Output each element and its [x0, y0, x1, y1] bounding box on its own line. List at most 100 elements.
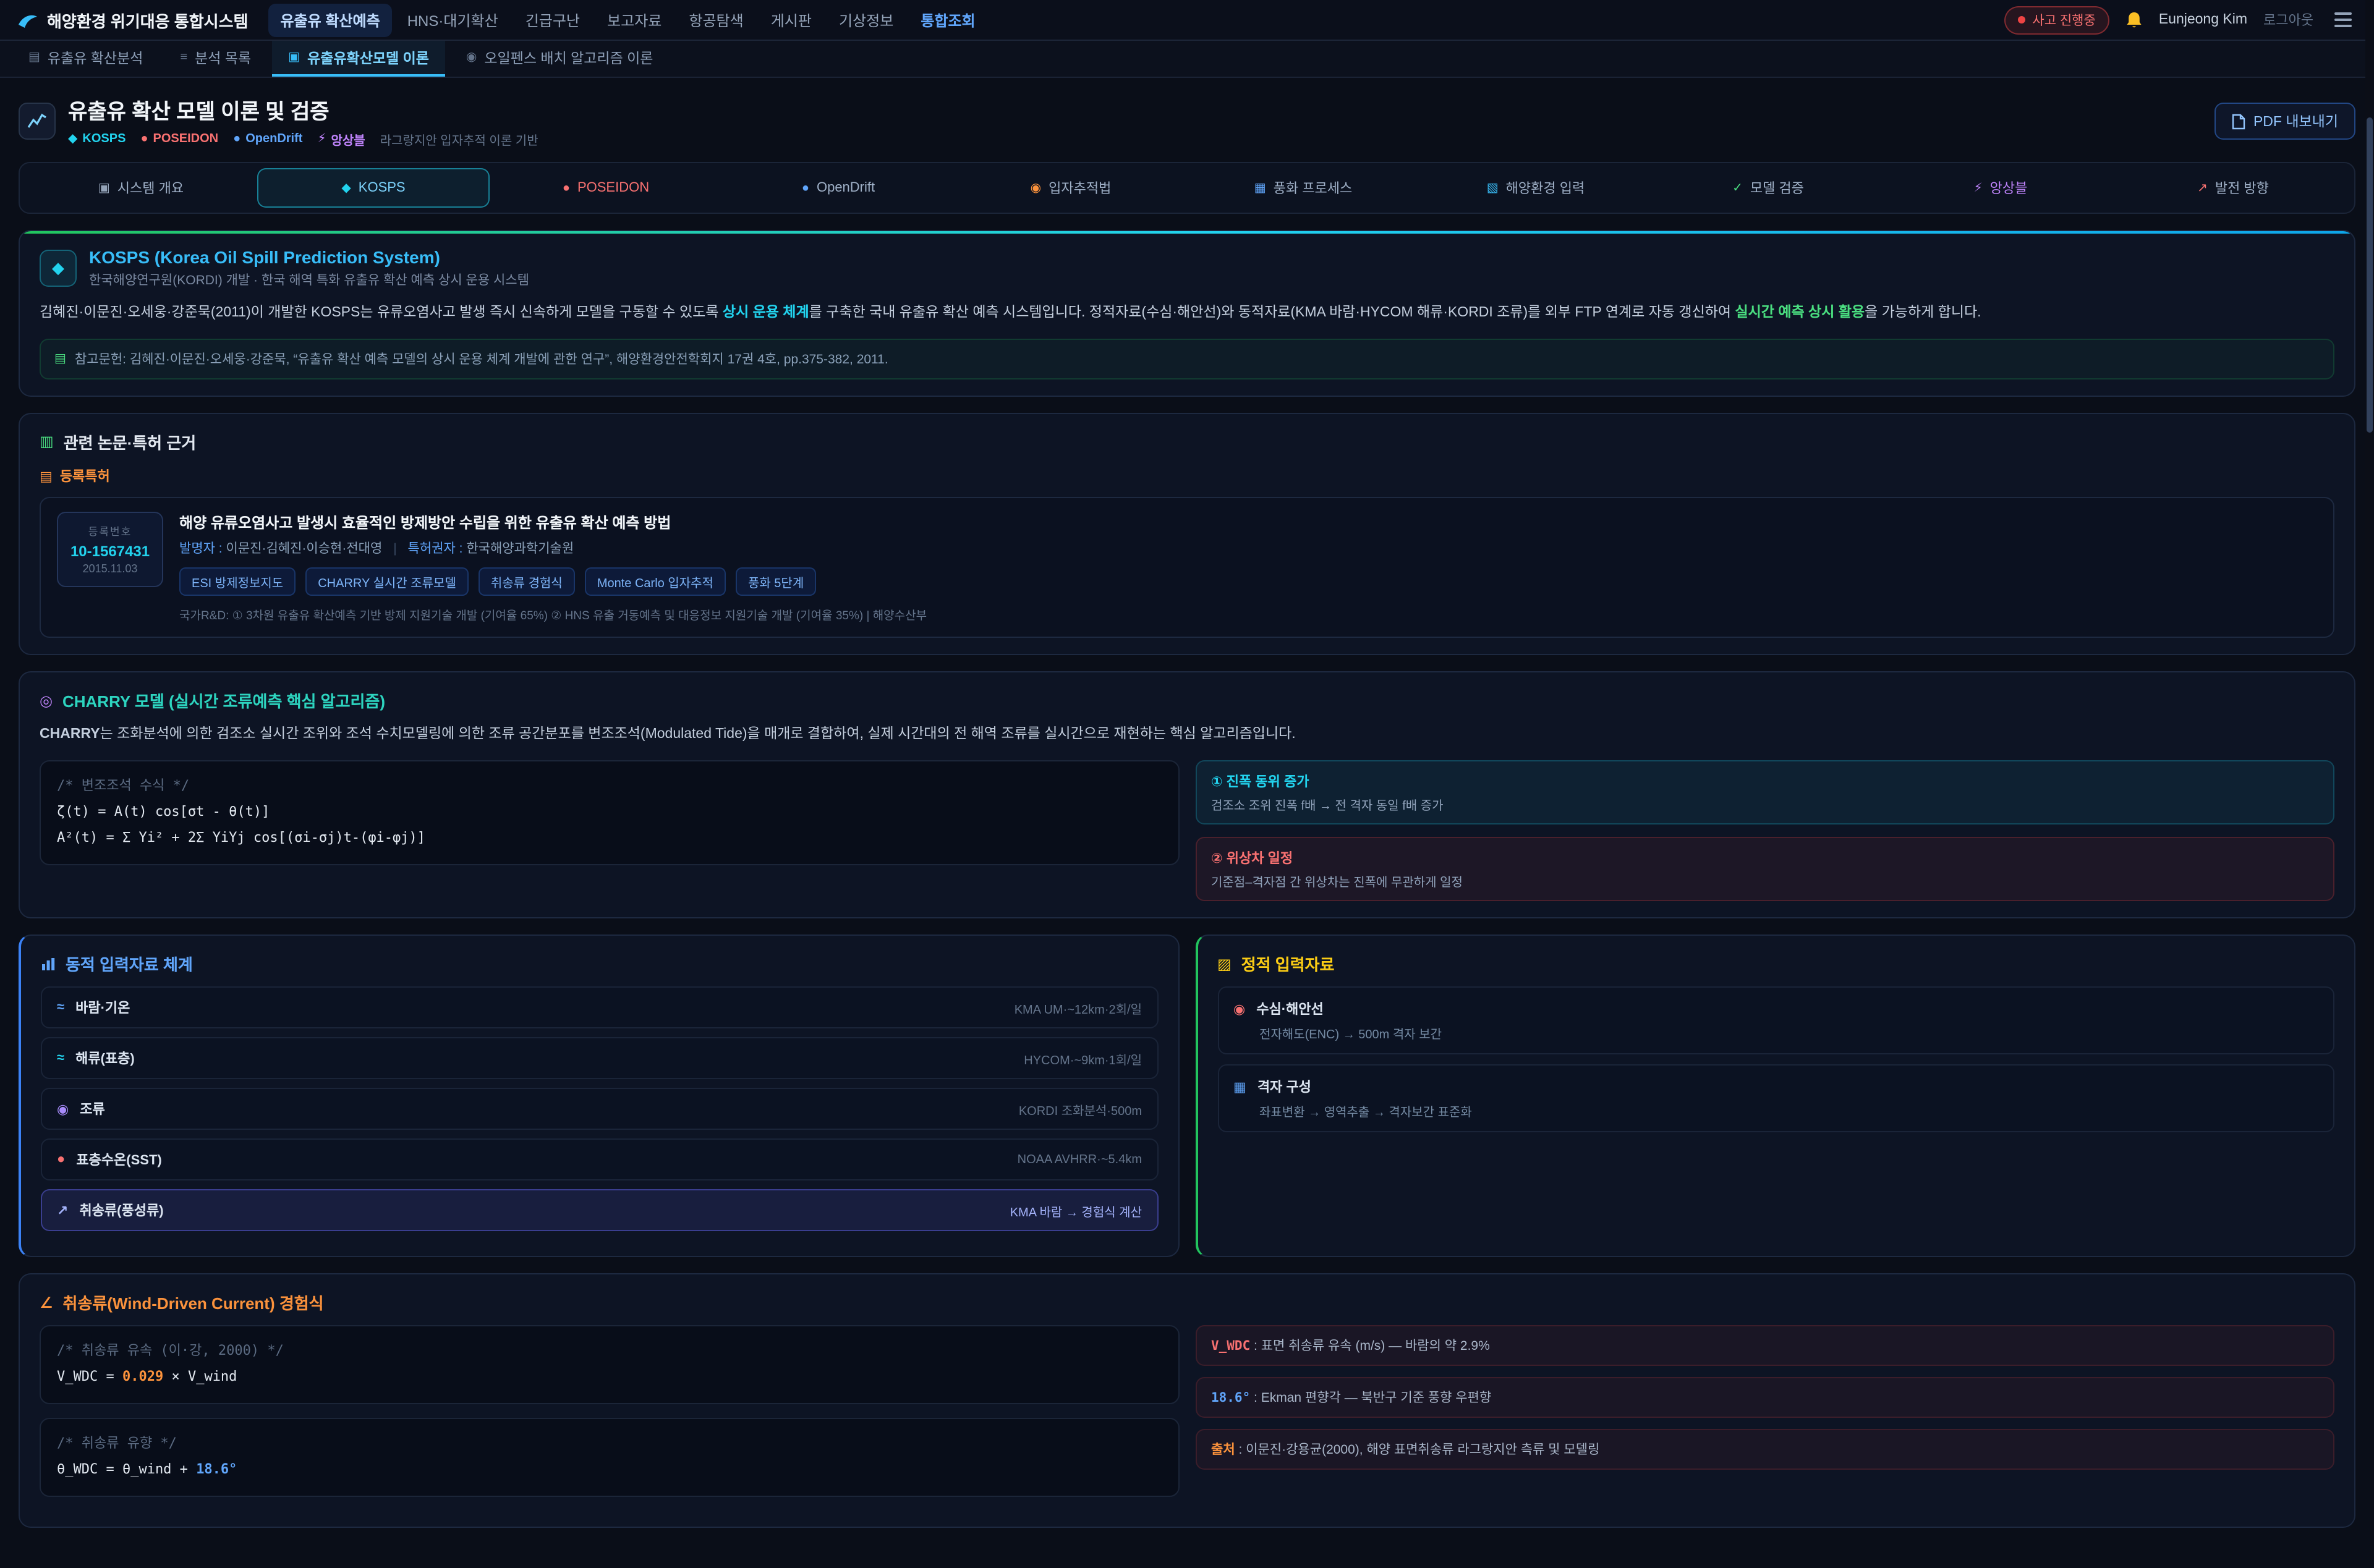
book-icon: ▤ [54, 352, 66, 365]
nav-item[interactable]: 보고자료 [595, 3, 674, 36]
source-icon: ◉ [57, 1101, 69, 1117]
angle-icon: ∠ [40, 1294, 53, 1311]
charry-grid: /* 변조조석 수식 */ ζ(t) = A(t) cos[σt - θ(t)]… [40, 760, 2334, 901]
kosps-diamond-icon: ◆ [40, 250, 77, 287]
section-tab[interactable]: ✓ 모델 검증 [1652, 168, 1884, 208]
wdc-deflection-angle: 18.6° [196, 1460, 237, 1477]
source-icon: ↗ [57, 1202, 68, 1218]
incident-status-badge[interactable]: 사고 진행중 [2004, 6, 2109, 34]
patent-tag[interactable]: Monte Carlo 입자추적 [585, 567, 726, 596]
top-navbar: 해양환경 위기대응 통합시스템 유출유 확산예측 HNS·대기확산 긴급구난 보… [0, 0, 2374, 41]
source-icon: ≈ [57, 1000, 64, 1015]
dynamic-input-title: 동적 입력자료 체계 [41, 952, 1158, 975]
formula-line-2: A²(t) = Σ Yi² + 2Σ YiYj cos[(σi-σj)t-(φi… [57, 826, 1162, 852]
section-tab-icon: ◆ [341, 181, 351, 195]
national-rnd-note: 국가R&D: ① 3차원 유출유 확산예측 기반 방제 지원기술 개발 (기여율… [179, 606, 927, 623]
static-data-row: ▦ 격자 구성 좌표변환 → 영역추출 → 격자보간 표준화 [1217, 1064, 2334, 1132]
wing-logo-icon [17, 11, 38, 29]
section-tab[interactable]: ⚡ 앙상블 [1884, 168, 2117, 208]
notification-bell-icon[interactable] [2125, 11, 2143, 29]
section-tab[interactable]: ◉ 입자추적법 [955, 168, 1187, 208]
model-badge: ◆ KOSPS [68, 132, 126, 146]
section-tab[interactable]: ↗ 발전 방향 [2117, 168, 2349, 208]
patent-tag[interactable]: ESI 방제정보지도 [179, 567, 296, 596]
patent-tag[interactable]: CHARRY 실시간 조류모델 [305, 567, 469, 596]
static-row-icon: ▦ [1233, 1079, 1246, 1095]
badge-icon: ● [140, 132, 148, 146]
sub-tab[interactable]: ▤ 유출유 확산분석 [12, 41, 159, 77]
archive-icon: ▨ [1217, 955, 1232, 972]
section-tab-icon: ⚡ [1974, 181, 1983, 195]
pdf-icon [2232, 113, 2246, 129]
section-tab-icon: ● [563, 181, 570, 195]
patent-section: ▥ 관련 논문·특허 근거 ▤ 등록특허 등록번호 10-1567431 201… [19, 412, 2355, 655]
scrollbar-thumb[interactable] [2367, 117, 2373, 433]
amplitude-callout: ① 진폭 동위 증가 검조소 조위 진폭 f배 → 전 격자 동일 f배 증가 [1195, 760, 2334, 824]
patent-registration-box: 등록번호 10-1567431 2015.11.03 [57, 512, 163, 587]
wdc-formulas: /* 취송류 유속 (이·강, 2000) */ V_WDC = 0.029 ×… [40, 1325, 1179, 1510]
patent-tag[interactable]: 취송류 경험식 [479, 567, 575, 596]
patent-tag[interactable]: 풍화 5단계 [736, 567, 816, 596]
page-header: 유출유 확산 모델 이론 및 검증 ◆ KOSPS ● POSEIDON [19, 94, 2355, 148]
sub-tab[interactable]: ◉ 오일펜스 배치 알고리즘 이론 [450, 41, 670, 77]
patent-tags: ESI 방제정보지도 CHARRY 실시간 조류모델 취송류 경험식 Monte… [179, 567, 927, 596]
wdc-direction-formula: /* 취송류 유향 */ θ_WDC = θ_wind + 18.6° [40, 1418, 1179, 1497]
tab-icon: ◉ [466, 51, 477, 64]
nav-item[interactable]: HNS·대기확산 [395, 3, 511, 36]
kosps-header: ◆ KOSPS (Korea Oil Spill Prediction Syst… [40, 247, 2334, 289]
bar-chart-icon [41, 956, 56, 971]
chart-doc-icon [19, 103, 56, 140]
pdf-export-button[interactable]: PDF 내보내기 [2215, 103, 2355, 140]
section-tab-icon: ● [802, 181, 809, 195]
section-tab[interactable]: ◆ KOSPS [257, 168, 490, 208]
section-tab[interactable]: ▧ 해양환경 입력 [1419, 168, 1652, 208]
sub-tab[interactable]: ▣ 유출유확산모델 이론 [272, 41, 445, 77]
section-tabstrip: ▣ 시스템 개요 ◆ KOSPS ● POSEIDON ● OpenDrift [19, 162, 2355, 214]
app-title: 해양환경 위기대응 통합시스템 [47, 8, 248, 32]
kosps-section: ◆ KOSPS (Korea Oil Spill Prediction Syst… [19, 230, 2355, 396]
nav-item[interactable]: 기상정보 [827, 3, 906, 36]
page-title: 유출유 확산 모델 이론 및 검증 [68, 94, 538, 125]
wdc-grid: /* 취송류 유속 (이·강, 2000) */ V_WDC = 0.029 ×… [40, 1325, 2334, 1510]
status-dot-icon [2017, 16, 2025, 23]
data-source-row: ◉ 조류 KORDI 조화분석·500m [41, 1088, 1158, 1130]
registration-number: 10-1567431 [68, 543, 152, 560]
section-tab-icon: ▦ [1254, 181, 1266, 195]
wdc-note-speed: V_WDC : 표면 취송류 유속 (m/s) — 바람의 약 2.9% [1195, 1325, 2334, 1366]
kosps-subtitle: 한국해양연구원(KORDI) 개발 · 한국 해역 특화 유출유 확산 예측 상… [89, 271, 529, 289]
tab-icon: ▣ [288, 51, 300, 64]
section-tab[interactable]: ● OpenDrift [722, 168, 955, 208]
wdc-speed-formula: /* 취송류 유속 (이·강, 2000) */ V_WDC = 0.029 ×… [40, 1325, 1179, 1404]
registration-label: 등록번호 [68, 524, 152, 539]
page-content: 유출유 확산 모델 이론 및 검증 ◆ KOSPS ● POSEIDON [0, 78, 2374, 1568]
patent-details: 해양 유류오염사고 발생시 효율적인 방제방안 수립을 위한 유출유 확산 예측… [179, 512, 927, 623]
sub-tab[interactable]: ≡ 분석 목록 [164, 41, 267, 77]
nav-item[interactable]: 게시판 [759, 3, 824, 36]
section-tab-icon: ▣ [98, 181, 110, 195]
nav-item[interactable]: 긴급구난 [513, 3, 592, 36]
section-tab[interactable]: ▣ 시스템 개요 [25, 168, 257, 208]
section-tab[interactable]: ● POSEIDON [490, 168, 722, 208]
nav-item[interactable]: 항공탐색 [676, 3, 755, 36]
nav-item[interactable]: 유출유 확산예측 [268, 3, 392, 36]
page-header-text: 유출유 확산 모델 이론 및 검증 ◆ KOSPS ● POSEIDON [68, 94, 538, 148]
logout-button[interactable]: 로그아웃 [2263, 10, 2313, 30]
nav-item[interactable]: 통합조회 [908, 3, 987, 36]
menu-icon[interactable] [2329, 7, 2357, 32]
app-logo: 해양환경 위기대응 통합시스템 [17, 8, 248, 32]
data-source-row: ≈ 바람·기온 KMA UM·~12km·2회/일 [41, 986, 1158, 1028]
highlight-realtime-use: 실시간 예측 상시 활용 [1735, 305, 1865, 320]
tab-icon: ▤ [28, 51, 40, 64]
section-tab[interactable]: ▦ 풍화 프로세스 [1187, 168, 1419, 208]
patent-section-title: ▥ 관련 논문·특허 근거 [40, 430, 2334, 453]
section-tab-icon: ◉ [1031, 181, 1041, 195]
static-data-row: ◉ 수심·해안선 전자해도(ENC) → 500m 격자 보간 [1217, 986, 2334, 1054]
source-icon: ● [57, 1152, 65, 1167]
swirl-icon: ◎ [40, 692, 53, 709]
kosps-description: 김혜진·이문진·오세웅·강준묵(2011)이 개발한 KOSPS는 유류오염사고… [40, 302, 2334, 326]
navbar-right: 사고 진행중 Eunjeong Kim 로그아웃 [2004, 6, 2357, 34]
static-row-icon: ◉ [1233, 1001, 1245, 1017]
patent-meta: 발명자 : 이문진·김혜진·이승현·전대영 | 특허권자 : 한국해양과학기술원 [179, 539, 927, 557]
data-source-row: ≈ 해류(표층) HYCOM·~9km·1회/일 [41, 1037, 1158, 1079]
input-data-row: 동적 입력자료 체계 ≈ 바람·기온 KMA UM·~12km·2회/일 ≈ [19, 934, 2355, 1257]
